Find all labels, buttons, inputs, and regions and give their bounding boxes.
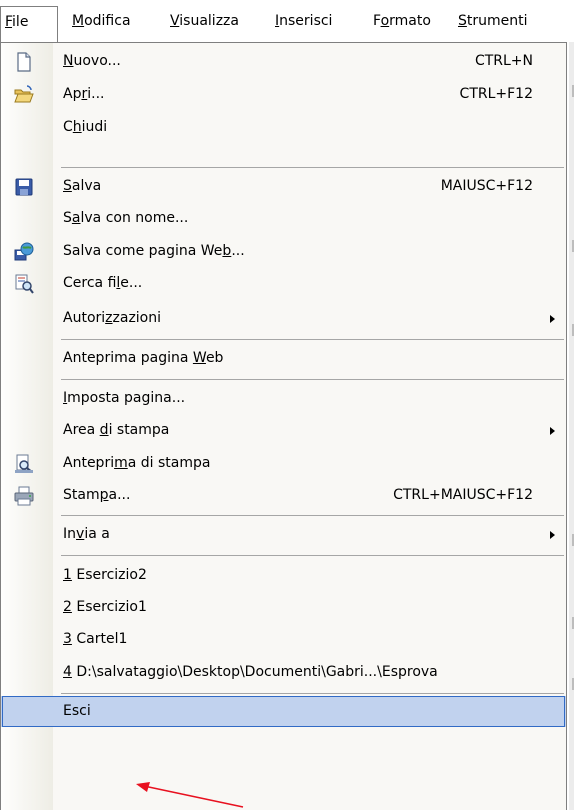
menu-strumenti[interactable]: Strumenti [458,6,528,36]
new-document-icon [17,52,31,72]
menu-formato[interactable]: Formato [373,6,431,36]
menu-item-invia-a[interactable]: Invia a [1,519,566,550]
open-folder-icon [14,85,34,103]
menu-item-autorizzazioni[interactable]: Autorizzazioni [1,303,566,334]
menu-item-chiudi[interactable]: Chiudi [1,112,566,143]
file-menu-dropdown: Nuovo... CTRL+N Apri... CTRL+F12 Chiudi … [0,42,567,810]
recent-file-2[interactable]: 2 Esercizio1 [1,592,566,623]
window-edge [569,42,574,810]
menu-item-cerca-file[interactable]: Cerca file... [1,268,566,299]
submenu-arrow-icon [550,531,555,539]
menu-item-anteprima-pagina-web[interactable]: Anteprima pagina Web [1,343,566,374]
save-disk-icon [15,178,33,196]
menu-bar: File Modifica Visualizza Inserisci Forma… [0,0,574,42]
recent-file-3[interactable]: 3 Cartel1 [1,624,566,655]
menu-item-anteprima-di-stampa[interactable]: Anteprima di stampa [1,448,566,479]
printer-icon [14,486,34,506]
menu-separator [61,555,564,556]
recent-file-4[interactable]: 4 D:\salvataggio\Desktop\Documenti\Gabri… [1,657,566,688]
menu-item-salva-con-nome[interactable]: Salva con nome... [1,203,566,234]
menu-separator [61,167,564,168]
file-search-icon [15,274,34,294]
menu-separator [61,693,564,694]
shortcut-label: CTRL+N [474,53,533,69]
menu-item-imposta-pagina[interactable]: Imposta pagina... [1,383,566,414]
menu-file[interactable]: File [0,6,58,42]
menu-separator [61,515,564,516]
save-as-web-icon [14,242,34,261]
menu-item-esci[interactable]: Esci [1,696,566,727]
shortcut-label: CTRL+F12 [459,86,533,102]
menu-separator [61,379,564,380]
shortcut-label: CTRL+MAIUSC+F12 [393,487,533,503]
menu-item-salva[interactable]: Salva MAIUSC+F12 [1,171,566,202]
shortcut-label: MAIUSC+F12 [440,178,533,194]
submenu-arrow-icon [550,427,555,435]
menu-item-area-di-stampa[interactable]: Area di stampa [1,415,566,446]
menu-visualizza[interactable]: Visualizza [170,6,239,36]
annotation-arrow-icon [136,782,244,808]
menu-item-apri[interactable]: Apri... CTRL+F12 [1,79,566,110]
menu-item-salva-come-pagina-web[interactable]: Salva come pagina Web... [1,236,566,267]
menu-inserisci[interactable]: Inserisci [275,6,332,36]
menu-item-nuovo[interactable]: Nuovo... CTRL+N [1,46,566,77]
print-preview-icon [15,454,33,473]
submenu-arrow-icon [550,315,555,323]
recent-file-1[interactable]: 1 Esercizio2 [1,560,566,591]
menu-separator [61,339,564,340]
mnemonic: F [5,14,13,30]
menu-modifica[interactable]: Modifica [72,6,131,36]
menu-item-stampa[interactable]: Stampa... CTRL+MAIUSC+F12 [1,480,566,511]
